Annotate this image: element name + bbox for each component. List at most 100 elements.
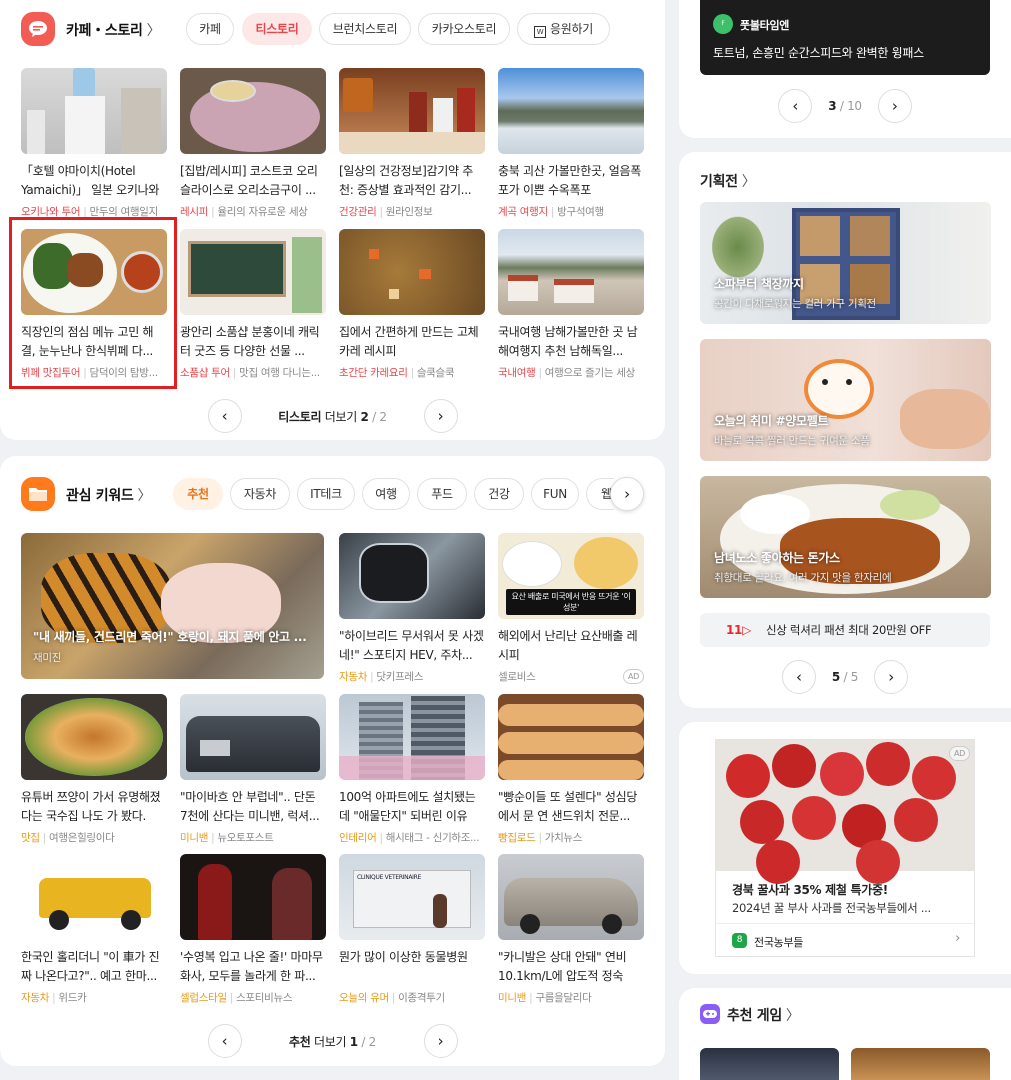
promo-sub: 취향대로 골라요, 여러 가지 맛을 한자리에 [714,572,892,584]
tab-recommend[interactable]: 추천 [173,478,223,510]
promo-card[interactable]: 소파부터 책장까지 공간이 다채로워지는 컬러 가구 기획전 [700,202,991,324]
list-item[interactable]: '수영복 입고 나온 줄!' 마마무 화사, 모두를 놀라게 한 파... 셀럽… [180,854,326,1005]
list-item[interactable]: 광안리 소품샵 분홍이네 캐릭터 굿즈 등 다양한 선물 ... 소품샵 투어 |… [180,229,326,380]
prev-button[interactable]: ‹ [207,399,242,433]
thumbnail [339,533,485,619]
list-item[interactable]: 「호텔 야마이치(Hotel Yamaichi)」 일본 오키나와 ... 오키… [21,68,167,219]
item-title: '수영복 입고 나온 줄!' 마마무 화사, 모두를 놀라게 한 파... [180,950,323,983]
tab-cheer[interactable]: W 응원하기 [517,13,610,45]
item-title: 광안리 소품샵 분홍이네 캐릭터 굿즈 등 다양한 선물 ... [180,325,320,358]
thumbnail [180,229,326,315]
list-item[interactable]: 집에서 간편하게 만드는 고체카레 레시피 초간단 카레요리 | 슬쿡슬쿡 [339,229,485,380]
prev-button[interactable]: ‹ [207,1024,242,1058]
thumbnail [21,68,167,154]
item-title: [집밥/레시피] 코스트코 오리슬라이스로 오리소금구이 ... [180,164,318,197]
sports-card: F 풋볼타임엔 토트넘, 손흥민 순간스피드와 완벽한 윙패스 ‹ 3 / 10… [679,0,1011,138]
feature-title: "내 새끼들, 건드리면 죽어!" 호랑이, 돼지 품에 안고 ... [33,630,307,644]
item-meta: 초간단 카레요리 | 슬쿡슬쿡 [339,367,455,379]
thumbnail [339,68,485,154]
item-title: "카니발은 상대 안돼" 연비 10.1km/L에 압도적 정숙성... [498,950,627,983]
headline: 토트넘, 손흥민 순간스피드와 완벽한 윙패스 [713,46,924,60]
ad-badge: AD [948,746,970,761]
item-meta: 소품샵 투어 | 맛집 여행 다니는... [180,367,320,379]
prev-button[interactable]: ‹ [781,660,816,694]
section-title[interactable]: 추천 게임 〉 [727,1005,800,1025]
item-meta: 미니밴 | 구름을달리다 [498,992,592,1004]
item-title: 집에서 간편하게 만드는 고체카레 레시피 [339,325,479,358]
banner-11st[interactable]: 11▷ 신상 럭셔리 패션 최대 20만원 OFF [700,613,990,647]
selection-highlight [9,217,177,389]
page-indicator: 3 / 10 [828,99,862,113]
game-section: 추천 게임 〉 [679,988,1011,1080]
tabs-next-button[interactable]: › [610,477,644,511]
section-title[interactable]: 기획전 〉 [700,171,756,191]
brand-logo-icon: F [713,14,733,34]
advertiser-name: 전국농부들 [754,936,804,949]
thumbnail [498,854,644,940]
game-thumb[interactable] [851,1048,990,1080]
list-item[interactable]: "빵순이들 또 설렌다" 성심당에서 문 연 샌드위치 전문... 빵집로드 | 가… [498,694,644,845]
ad-desc: 2024년 꿀 부사 사과를 전국농부들에서 ... [732,901,931,915]
tab-cafe[interactable]: 카페 [186,13,234,45]
list-item[interactable]: CLINIQUE VETERINAIRE 뭔가 많이 이상한 동물병원 오늘의 … [339,854,485,1005]
promo-sub: 공간이 다채로워지는 컬러 가구 기획전 [714,298,876,310]
thumbnail [339,229,485,315]
list-item[interactable]: "마이바흐 안 부럽네".. 단돈 7천에 산다는 미니밴, 럭셔... 미니밴… [180,694,326,845]
thumbnail [180,68,326,154]
tab-fun[interactable]: FUN [531,478,579,510]
thumbnail [498,68,644,154]
thumbnail [339,694,485,780]
banner-text: 신상 럭셔리 패션 최대 20만원 OFF [766,623,932,637]
tab-health[interactable]: 건강 [474,478,524,510]
item-meta: 레시피 | 율리의 자유로운 세상 [180,206,308,218]
item-meta: 셀로비스 AD [498,669,644,684]
ad-box[interactable]: AD 경북 꿀사과 35% 제철 특가중! 2024년 꿀 부사 사과를 전국농… [715,739,975,957]
list-item[interactable]: "카니발은 상대 안돼" 연비 10.1km/L에 압도적 정숙성... 미니밴… [498,854,644,1005]
tab-kakaostory[interactable]: 카카오스토리 [418,13,510,45]
list-item[interactable]: [일상의 건강정보]감기약 추천: 증상별 효과적인 감기... 건강관리 | 원라… [339,68,485,219]
list-item[interactable]: "하이브리드 무서워서 못 사겠네!" 스포티지 HEV, 주차... 자동차 |… [339,533,485,684]
tab-travel[interactable]: 여행 [362,478,410,510]
item-meta: 셀럽스타일 | 스포티비뉴스 [180,992,293,1004]
list-item[interactable]: 한국인 홀리더니 "이 車가 진짜 나온다고?".. 예고 한마... 자동차 |… [21,854,167,1005]
cheer-icon: W [534,26,547,38]
section-title[interactable]: 관심 키워드 〉 [66,485,151,505]
promo-card[interactable]: 오늘의 취미 #양모펠트 바늘로 콕콕 찔러 만드는 귀여운 소품 [700,339,991,461]
item-title: "하이브리드 무서워서 못 사겠네!" 스포티지 HEV, 주차... [339,629,484,662]
next-button[interactable]: › [877,89,912,123]
next-button[interactable]: › [874,660,909,694]
section-title[interactable]: 카페・스토리 〉 [66,20,161,40]
promo-title: 남녀노소 좋아하는 돈가스 [714,551,840,565]
next-button[interactable]: › [423,1024,458,1058]
game-thumb[interactable] [700,1048,839,1080]
list-item[interactable]: 충북 괴산 가볼만한곳, 얼음폭포가 이쁜 수옥폭포 계곡 여행지 | 방구석여행 [498,68,644,219]
thumbnail [21,854,167,940]
list-item[interactable]: 100억 아파트에도 설치됐는데 "애물단지" 되버린 이유 인테리어 | 해시태그… [339,694,485,845]
tab-brunch[interactable]: 브런치스토리 [319,13,411,45]
ad-card: AD 경북 꿀사과 35% 제철 특가중! 2024년 꿀 부사 사과를 전국농… [679,722,1011,974]
item-meta: 국내여행 | 여행으로 즐기는 세상 [498,367,636,379]
ad-image: AD [716,740,974,884]
next-button[interactable]: › [423,399,458,433]
item-meta: 오늘의 유머 | 이종격투기 [339,992,445,1004]
chevron-right-icon: › [955,931,960,946]
tab-car[interactable]: 자동차 [230,478,290,510]
thumbnail [21,694,167,780]
game-icon [700,1004,720,1024]
promo-title: 오늘의 취미 #양모펠트 [714,414,829,428]
list-item[interactable]: 유튜버 쯔양이 가서 유명해졌다는 국수집 나도 가 봤다. 맛집 | 여행은힐링이… [21,694,167,845]
list-item[interactable]: 요산 배출로 미국에서 반응 뜨거운 '이 성분' 해외에서 난리난 요산배출 … [498,533,644,684]
item-meta: 건강관리 | 원라인정보 [339,206,433,218]
tab-it[interactable]: IT테크 [297,478,355,510]
list-item[interactable]: 국내여행 남해가볼만한 곳 남해여행지 추천 남해독일... 국내여행 | 여행으로… [498,229,644,380]
item-title: 유튜버 쯔양이 가서 유명해졌다는 국수집 나도 가 봤다. [21,790,161,823]
promo-card[interactable]: 남녀노소 좋아하는 돈가스 취향대로 골라요, 여러 가지 맛을 한자리에 [700,476,991,598]
feature-card[interactable]: "내 새끼들, 건드리면 죽어!" 호랑이, 돼지 품에 안고 ... 재미진 [21,533,324,679]
tab-tistory[interactable]: 티스토리 [242,13,312,45]
folder-icon [21,477,55,511]
list-item[interactable]: [집밥/레시피] 코스트코 오리슬라이스로 오리소금구이 ... 레시피 | 율리의… [180,68,326,219]
tab-food[interactable]: 푸드 [417,478,467,510]
prev-button[interactable]: ‹ [778,89,813,123]
thumbnail [180,694,326,780]
sports-banner[interactable]: F 풋볼타임엔 토트넘, 손흥민 순간스피드와 완벽한 윙패스 [700,0,990,75]
